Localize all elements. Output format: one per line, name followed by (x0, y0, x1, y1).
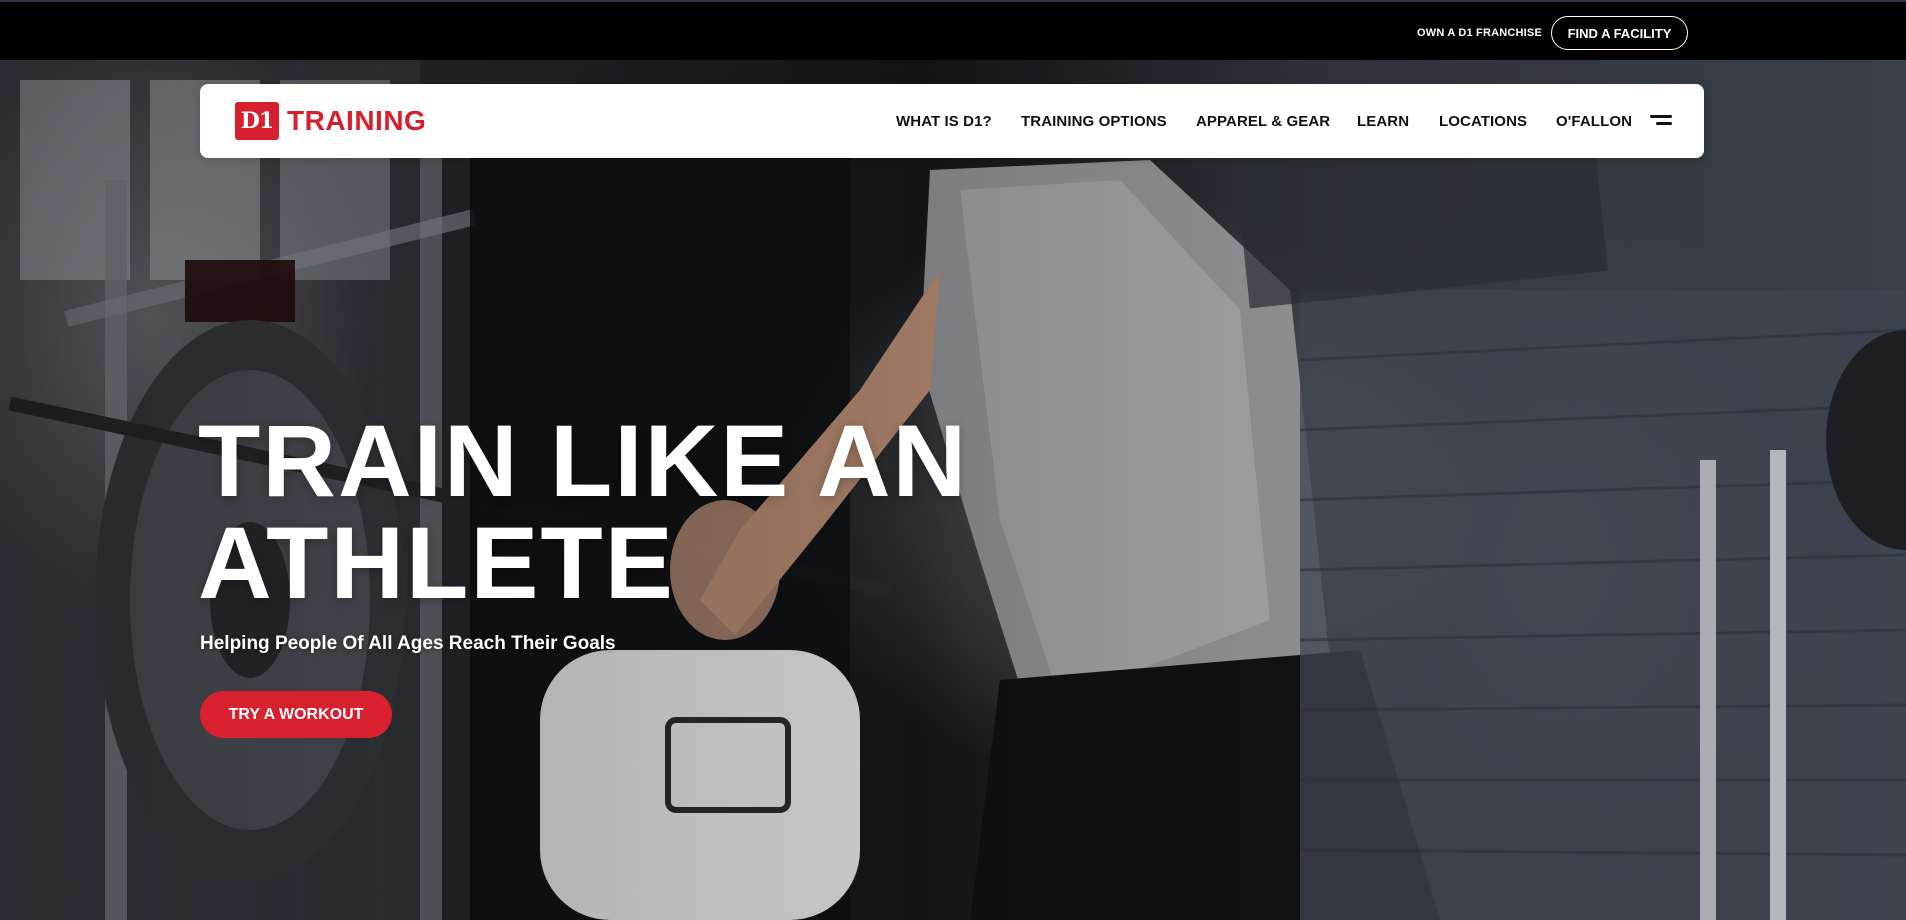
page: OWN A D1 FRANCHISE FIND A FACILITY D1 TR… (0, 0, 1906, 920)
nav-item-learn[interactable]: LEARN (1357, 113, 1409, 130)
d1-logo-mark: D1 (235, 102, 279, 140)
try-workout-button[interactable]: TRY A WORKOUT (200, 691, 392, 738)
nav-item-locations[interactable]: LOCATIONS (1439, 113, 1527, 130)
own-franchise-link[interactable]: OWN A D1 FRANCHISE (1417, 27, 1542, 39)
logo-text: TRAINING (287, 105, 427, 136)
nav-item-training-options[interactable]: TRAINING OPTIONS (1021, 113, 1167, 130)
find-facility-button[interactable]: FIND A FACILITY (1551, 16, 1688, 50)
nav-item-what-is-d1[interactable]: WHAT IS D1? (896, 113, 992, 130)
hero-subheadline: Helping People Of All Ages Reach Their G… (200, 633, 616, 654)
nav-item-ofallon[interactable]: O'FALLON (1556, 113, 1632, 130)
headline-line-2: ATHLETE (198, 506, 675, 620)
d1-training-logo[interactable]: D1 TRAINING (235, 102, 426, 140)
headline-line-1: TRAIN LIKE AN (198, 404, 969, 518)
nav-item-apparel-gear[interactable]: APPAREL & GEAR (1196, 113, 1330, 130)
utility-bar: OWN A D1 FRANCHISE FIND A FACILITY (0, 0, 1906, 60)
hero-headline: TRAIN LIKE AN ATHLETE (198, 410, 968, 614)
main-navigation: D1 TRAINING WHAT IS D1? TRAINING OPTIONS… (200, 84, 1704, 158)
hamburger-menu-icon[interactable] (1650, 115, 1672, 127)
